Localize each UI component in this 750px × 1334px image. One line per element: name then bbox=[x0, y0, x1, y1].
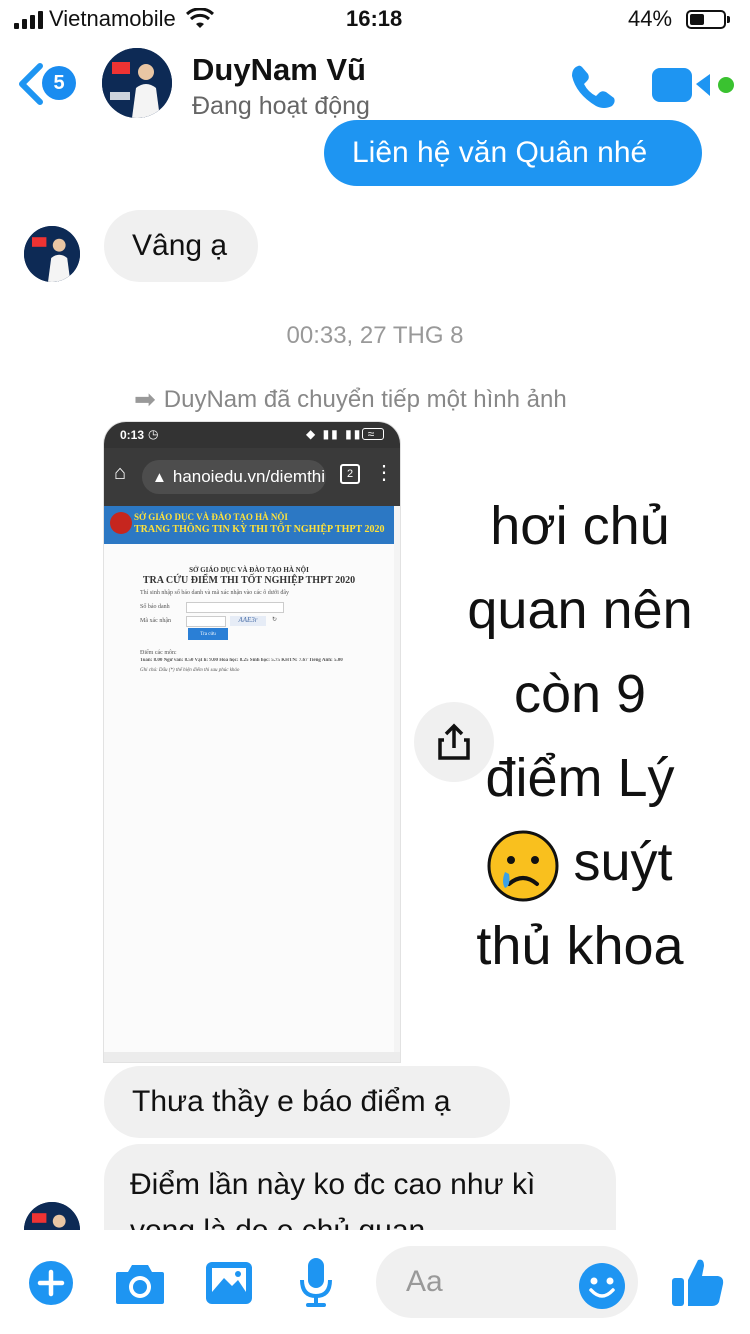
caption-line-4: điểm Lý bbox=[485, 748, 675, 808]
add-plus-icon[interactable] bbox=[28, 1260, 74, 1306]
status-bar: Vietnamobile 16:18 44% bbox=[0, 0, 750, 40]
caption-line-5-text: suýt bbox=[573, 832, 673, 892]
forward-notice-text: DuyNam đã chuyển tiếp một hình ảnh bbox=[163, 385, 567, 413]
alarm-icon: ◷ bbox=[148, 427, 159, 441]
home-icon: ⌂ bbox=[114, 462, 127, 484]
message-text: Thưa thầy e báo điểm ạ bbox=[132, 1085, 451, 1118]
scores-label: Điểm các môn: bbox=[140, 650, 177, 656]
image-battery-icon bbox=[362, 428, 384, 440]
banner-line-1: SỞ GIÁO DỤC VÀ ĐÀO TẠO HÀ NỘI bbox=[134, 512, 288, 522]
forwarded-image[interactable]: 0:13 ◷ ◆ ▮▮ ▮▮ ≈ ⌂ ▲ hanoiedu.vn/diemthi… bbox=[104, 422, 400, 1062]
conversation-header: 5 DuyNam Vũ Đang hoạt động bbox=[0, 40, 750, 128]
banner-line-2: TRANG THÔNG TIN KỲ THI TỐT NGHIỆP THPT 2… bbox=[134, 524, 385, 535]
sbd-field bbox=[186, 602, 284, 613]
scores-note: Ghi chú: Dấu (*) thể hiện điểm thi sau p… bbox=[140, 668, 240, 673]
clock: 16:18 bbox=[346, 6, 403, 31]
avatar-image bbox=[24, 226, 80, 282]
instructions: Thí sinh nhập số báo danh và mã xác nhận… bbox=[140, 590, 290, 596]
image-phone-status-bar: 0:13 ◷ ◆ ▮▮ ▮▮ ≈ bbox=[104, 422, 400, 448]
carrier-name: Vietnamobile bbox=[49, 6, 176, 31]
image-page-body: SỞ GIÁO DỤC VÀ ĐÀO TẠO HÀ NỘI TRA CỨU ĐI… bbox=[104, 544, 394, 1062]
search-button: Tra cứu bbox=[188, 628, 228, 640]
label-captcha: Mã xác nhận bbox=[140, 618, 171, 624]
image-phone-time: 0:13 bbox=[120, 428, 145, 442]
message-composer: Aa bbox=[0, 1230, 750, 1334]
image-url: hanoiedu.vn/diemthi bbox=[172, 467, 326, 486]
page-heading: TRA CỨU ĐIỂM THI TỐT NGHIỆP THPT 2020 bbox=[142, 575, 356, 586]
scores-line: Toán: 8.00 Ngữ văn: 8.50 Vật lí: 9.00 Hó… bbox=[140, 658, 343, 663]
message-timestamp: 00:33, 27 THG 8 bbox=[286, 322, 464, 349]
signal-icon bbox=[14, 9, 43, 29]
menu-dots-icon: ⋮ bbox=[374, 462, 394, 484]
camera-icon[interactable] bbox=[114, 1260, 166, 1306]
label-sbd: Số báo danh bbox=[140, 604, 170, 610]
forward-notice: ➡ DuyNam đã chuyển tiếp một hình ảnh bbox=[134, 384, 567, 415]
forward-arrow-icon: ➡ bbox=[134, 384, 156, 414]
incoming-message[interactable]: Thưa thầy e báo điểm ạ bbox=[104, 1066, 510, 1138]
warning-icon: ▲ bbox=[152, 468, 167, 486]
page-heading-small: SỞ GIÁO DỤC VÀ ĐÀO TẠO HÀ NỘI bbox=[189, 566, 309, 574]
caption-line-3: còn 9 bbox=[513, 664, 647, 724]
battery-percent: 44% bbox=[628, 6, 673, 31]
wifi-icon bbox=[185, 8, 214, 28]
caption-line-1: hơi chủ bbox=[490, 496, 670, 556]
image-browser-bar: ⌂ ▲ hanoiedu.vn/diemthi 2 ⋮ bbox=[104, 448, 400, 506]
image-site-banner: SỞ GIÁO DỤC VÀ ĐÀO TẠO HÀ NỘI TRANG THÔN… bbox=[104, 506, 394, 544]
captcha-image: AAE3r bbox=[230, 616, 266, 626]
phone-call-icon[interactable] bbox=[568, 62, 620, 112]
captcha-field bbox=[186, 616, 226, 627]
contact-name: DuyNam Vũ bbox=[192, 52, 366, 87]
battery-icon bbox=[686, 10, 730, 29]
image-url-box: ▲ hanoiedu.vn/diemthi bbox=[142, 460, 326, 494]
incoming-message[interactable]: Vâng ạ bbox=[104, 210, 258, 282]
caption-line-5: suýt bbox=[430, 820, 730, 904]
message-text: Liên hệ văn Quân nhé bbox=[352, 136, 648, 169]
contact-status: Đang hoạt động bbox=[192, 92, 370, 120]
emoji-smiley-icon[interactable] bbox=[578, 1262, 626, 1310]
avatar-image bbox=[102, 48, 172, 118]
image-caption-overlay: hơi chủ quan nên còn 9 điểm Lý suýt thủ … bbox=[430, 484, 730, 988]
caption-line-2: quan nên bbox=[467, 580, 693, 640]
video-call-icon[interactable] bbox=[652, 66, 736, 106]
tab-count-icon: 2 bbox=[340, 464, 360, 484]
emblem-icon bbox=[110, 512, 132, 534]
message-text-line-1: Điểm lần này ko đc cao như kì bbox=[130, 1168, 536, 1201]
message-input-placeholder: Aa bbox=[406, 1265, 443, 1298]
message-text: Vâng ạ bbox=[132, 229, 228, 262]
contact-avatar[interactable] bbox=[102, 48, 172, 118]
microphone-icon[interactable] bbox=[298, 1256, 334, 1308]
carrier: Vietnamobile bbox=[14, 6, 214, 32]
contact-avatar-small[interactable] bbox=[24, 226, 80, 282]
gallery-image-icon[interactable] bbox=[204, 1260, 254, 1306]
caption-line-6: thủ khoa bbox=[476, 916, 684, 976]
refresh-icon: ↻ bbox=[272, 617, 278, 623]
image-bottom-edge bbox=[104, 1052, 400, 1062]
thumbs-up-icon[interactable] bbox=[670, 1254, 726, 1310]
unread-count-badge[interactable]: 5 bbox=[42, 66, 76, 100]
outgoing-message[interactable]: Liên hệ văn Quân nhé bbox=[324, 120, 702, 186]
sad-face-emoji-icon bbox=[487, 830, 559, 902]
